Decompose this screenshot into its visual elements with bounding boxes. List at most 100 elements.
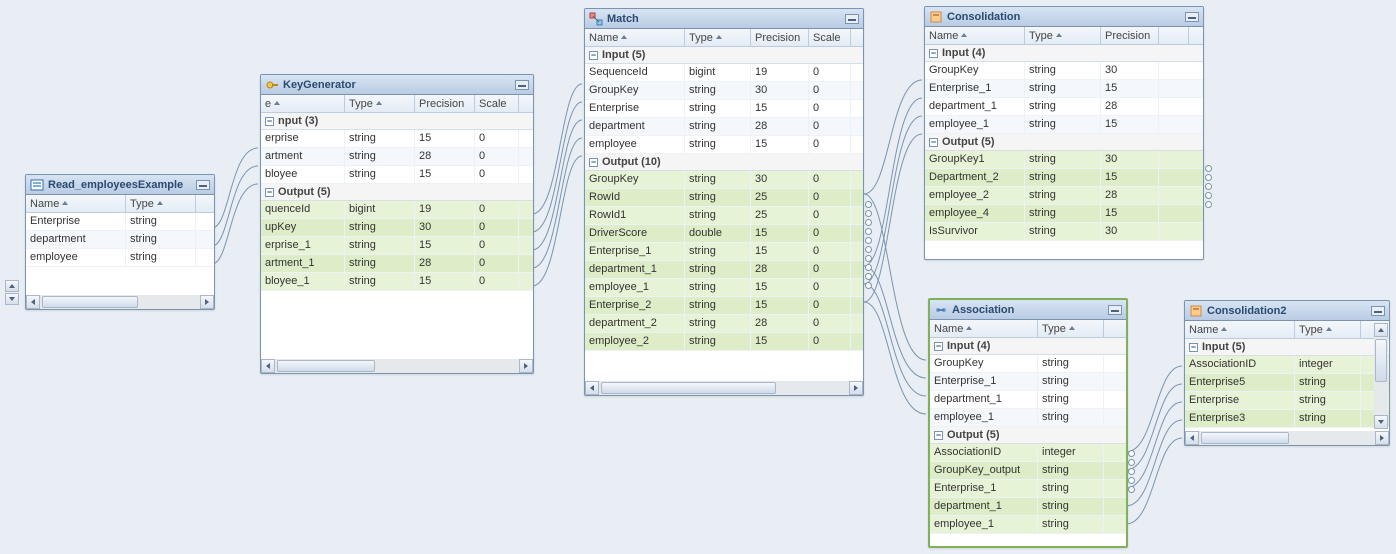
col-type[interactable]: Type [1025, 27, 1101, 44]
node-titlebar[interactable]: Association [930, 300, 1126, 320]
node-association[interactable]: Association Name Type − Input (4) GroupK… [928, 298, 1128, 548]
collapse-icon[interactable]: − [265, 117, 274, 126]
scrollbar-vertical[interactable] [1374, 323, 1388, 429]
node-titlebar[interactable]: KeyGenerator [261, 75, 533, 95]
node-titlebar[interactable]: Match [585, 9, 863, 29]
col-precision[interactable]: Precision [415, 95, 475, 112]
table-row[interactable]: department_1string [930, 498, 1126, 516]
canvas-scroll-down[interactable] [5, 293, 19, 305]
node-titlebar[interactable]: Consolidation2 [1185, 301, 1389, 321]
table-row[interactable]: Enterprise_1string [930, 373, 1126, 391]
table-row[interactable]: RowId1string250 [585, 207, 863, 225]
collapse-icon[interactable]: − [589, 158, 598, 167]
node-read-employees[interactable]: Read_employeesExample Name Type Enterpri… [25, 174, 215, 310]
table-row[interactable]: Enterprise_1string150 [585, 243, 863, 261]
table-row[interactable]: employee_1string150 [585, 279, 863, 297]
table-row[interactable]: RowIdstring250 [585, 189, 863, 207]
col-precision[interactable]: Precision [1101, 27, 1159, 44]
table-row[interactable]: AssociationIDinteger [1185, 356, 1389, 374]
scroll-right-button[interactable] [849, 381, 863, 395]
scroll-track[interactable] [1374, 337, 1388, 415]
node-titlebar[interactable]: Read_employeesExample [26, 175, 214, 195]
scroll-track[interactable] [599, 381, 849, 395]
table-row[interactable]: SequenceIdbigint190 [585, 64, 863, 82]
minimize-icon[interactable] [845, 14, 859, 24]
node-consolidation2[interactable]: Consolidation2 Name Type − Input (5) Ass… [1184, 300, 1390, 446]
section-output[interactable]: − Output (5) [930, 427, 1126, 444]
table-row[interactable]: GroupKeystring300 [585, 171, 863, 189]
table-row[interactable]: Enterprisestring150 [585, 100, 863, 118]
table-row[interactable]: employee_1string [930, 516, 1126, 534]
canvas-scroll-up[interactable] [5, 280, 19, 292]
scroll-left-button[interactable] [585, 381, 599, 395]
table-row[interactable]: bloyeestring150 [261, 166, 533, 184]
grid-header[interactable]: Name Type [1185, 321, 1389, 339]
minimize-icon[interactable] [1185, 12, 1199, 22]
scroll-track[interactable] [275, 359, 519, 373]
col-scale[interactable]: Scale [809, 29, 851, 46]
collapse-icon[interactable]: − [265, 188, 274, 197]
table-row[interactable]: DriverScoredouble150 [585, 225, 863, 243]
table-row[interactable]: employee_1string [930, 409, 1126, 427]
col-scale[interactable]: Scale [475, 95, 519, 112]
table-row[interactable]: quenceIdbigint190 [261, 201, 533, 219]
table-row[interactable]: employeestring150 [585, 136, 863, 154]
table-row[interactable]: department_1string280 [585, 261, 863, 279]
section-input[interactable]: − Input (4) [930, 338, 1126, 355]
section-input[interactable]: − Input (5) [585, 47, 863, 64]
table-row[interactable]: employee_2string28 [925, 187, 1203, 205]
scrollbar-horizontal[interactable] [1185, 431, 1389, 445]
minimize-icon[interactable] [1371, 306, 1385, 316]
section-input[interactable]: − nput (3) [261, 113, 533, 130]
table-row[interactable]: Enterprise5string [1185, 374, 1389, 392]
scrollbar-horizontal[interactable] [261, 359, 533, 373]
section-output[interactable]: − Output (10) [585, 154, 863, 171]
table-row[interactable]: Enterprisestring [26, 213, 214, 231]
table-row[interactable]: Enterprisestring [1185, 392, 1389, 410]
table-row[interactable]: GroupKey1string30 [925, 151, 1203, 169]
grid-header[interactable]: Name Type [26, 195, 214, 213]
scroll-track[interactable] [1199, 431, 1375, 445]
collapse-icon[interactable]: − [934, 342, 943, 351]
scroll-left-button[interactable] [26, 295, 40, 309]
table-row[interactable]: bloyee_1string150 [261, 273, 533, 291]
table-row[interactable]: Enterprise3string [1185, 410, 1389, 428]
scroll-left-button[interactable] [1185, 431, 1199, 445]
col-type[interactable]: Type [1038, 320, 1104, 337]
node-titlebar[interactable]: Consolidation [925, 7, 1203, 27]
section-output[interactable]: − Output (5) [925, 134, 1203, 151]
table-row[interactable]: artment_1string280 [261, 255, 533, 273]
table-row[interactable]: GroupKeystring30 [925, 62, 1203, 80]
table-row[interactable]: IsSurvivorstring30 [925, 223, 1203, 241]
table-row[interactable]: GroupKeystring300 [585, 82, 863, 100]
table-row[interactable]: department_1string [930, 391, 1126, 409]
table-row[interactable]: Enterprise_2string150 [585, 297, 863, 315]
col-name[interactable]: Name [26, 195, 126, 212]
col-type[interactable]: Type [685, 29, 751, 46]
table-row[interactable]: employee_4string15 [925, 205, 1203, 223]
col-type[interactable]: Type [126, 195, 196, 212]
col-name[interactable]: Name [925, 27, 1025, 44]
section-input[interactable]: − Input (4) [925, 45, 1203, 62]
collapse-icon[interactable]: − [929, 49, 938, 58]
col-type[interactable]: Type [345, 95, 415, 112]
table-row[interactable]: Enterprise_1string15 [925, 80, 1203, 98]
table-row[interactable]: department_2string280 [585, 315, 863, 333]
scrollbar-horizontal[interactable] [26, 295, 214, 309]
grid-header[interactable]: Name Type [930, 320, 1126, 338]
section-input[interactable]: − Input (5) [1185, 339, 1389, 356]
section-output[interactable]: − Output (5) [261, 184, 533, 201]
table-row[interactable]: erprisestring150 [261, 130, 533, 148]
grid-header[interactable]: e Type Precision Scale [261, 95, 533, 113]
table-row[interactable]: employeestring [26, 249, 214, 267]
table-row[interactable]: erprise_1string150 [261, 237, 533, 255]
scroll-left-button[interactable] [261, 359, 275, 373]
table-row[interactable]: GroupKeystring [930, 355, 1126, 373]
grid-header[interactable]: Name Type Precision [925, 27, 1203, 45]
node-consolidation[interactable]: Consolidation Name Type Precision − Inpu… [924, 6, 1204, 260]
table-row[interactable]: GroupKey_outputstring [930, 462, 1126, 480]
node-key-generator[interactable]: KeyGenerator e Type Precision Scale − np… [260, 74, 534, 374]
collapse-icon[interactable]: − [929, 138, 938, 147]
node-match[interactable]: Match Name Type Precision Scale − Input … [584, 8, 864, 396]
scrollbar-horizontal[interactable] [585, 381, 863, 395]
